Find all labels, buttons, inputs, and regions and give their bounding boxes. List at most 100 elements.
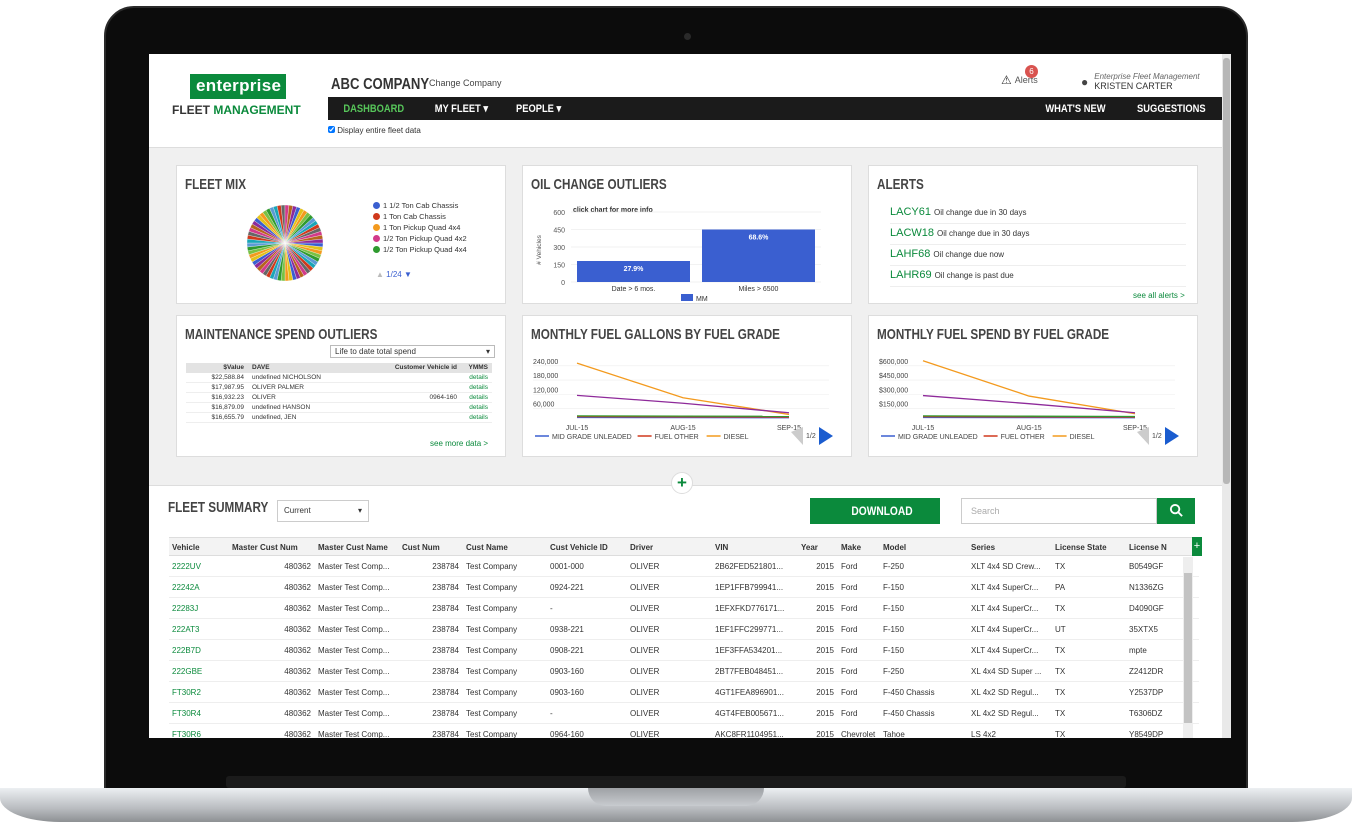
column-header[interactable]: Cust Name xyxy=(463,538,547,555)
page-scroll-thumb[interactable] xyxy=(1223,58,1230,484)
details-link[interactable]: details xyxy=(461,393,492,402)
alert-item[interactable]: LACY61 Oil change due in 30 days xyxy=(890,203,1186,224)
table-cell: TX xyxy=(1055,688,1066,697)
table-row[interactable]: 2222UV 480362 Master Test Comp... 238784 Tes… xyxy=(169,556,1199,577)
alert-item[interactable]: LAHF68 Oil change due now xyxy=(890,245,1186,266)
fuel-gallons-chart[interactable]: 240,000180,000120,00060,000JUL-15 AUG-15 S… xyxy=(529,350,847,456)
column-header[interactable]: Make xyxy=(838,538,880,555)
vehicle-link[interactable]: 2222UV xyxy=(169,556,229,576)
vehicle-link[interactable]: 222B7D xyxy=(169,640,229,660)
alert-vehicle-id[interactable]: LAHF68 xyxy=(890,248,930,260)
column-header[interactable]: Cust Vehicle ID xyxy=(547,538,627,555)
alerts-button[interactable]: ⚠ Alerts 6 xyxy=(1001,65,1038,87)
table-row[interactable]: FT30R6 480362 Master Test Comp... 238784 Tes… xyxy=(169,724,1199,738)
user-menu[interactable]: ● Enterprise Fleet Management KRISTEN CA… xyxy=(1081,72,1200,91)
table-cell: 1EF3FFA534201... xyxy=(715,646,783,655)
column-header: $Value xyxy=(223,364,244,371)
legend-item[interactable]: 1/2 Ton Pickup Quad 4x4 xyxy=(373,244,467,255)
page-scrollbar[interactable] xyxy=(1222,54,1231,738)
column-header[interactable]: License State xyxy=(1052,538,1126,555)
column-header[interactable]: Year xyxy=(798,538,838,555)
details-link[interactable]: details xyxy=(461,373,492,382)
maintenance-select[interactable]: Life to date total spend ▾ xyxy=(330,345,495,358)
down-arrow-icon[interactable]: ▼ xyxy=(404,270,412,279)
vehicle-link[interactable]: 22242A xyxy=(169,577,229,597)
column-header[interactable]: Model xyxy=(880,538,968,555)
display-entire-fleet[interactable]: Display entire fleet data xyxy=(328,126,421,135)
legend-item[interactable]: 1 Ton Pickup Quad 4x4 xyxy=(373,222,467,233)
search-input[interactable]: Search xyxy=(961,498,1157,524)
vehicle-link[interactable]: FT30R6 xyxy=(169,724,229,738)
vehicle-link[interactable]: 22283J xyxy=(169,598,229,618)
vehicle-link[interactable]: FT30R2 xyxy=(169,682,229,702)
column-header[interactable]: Series xyxy=(968,538,1052,555)
nav-whats-new[interactable]: WHAT'S NEW xyxy=(1037,103,1114,115)
alert-vehicle-id[interactable]: LACW18 xyxy=(890,227,934,239)
table-scroll-thumb[interactable] xyxy=(1184,573,1192,723)
see-all-alerts-link[interactable]: see all alerts > xyxy=(1133,291,1185,300)
table-cell: Ford xyxy=(841,583,858,592)
fleet-mix-pie[interactable] xyxy=(245,203,325,283)
y-tick-label: $300,000 xyxy=(879,387,908,394)
enterprise-logo[interactable]: enterprise FLEET MANAGEMENT xyxy=(172,74,312,117)
nav-my-fleet[interactable]: MY FLEET ▾ xyxy=(426,102,496,115)
details-link[interactable]: details xyxy=(461,403,492,412)
alert-text: Oil change due now xyxy=(933,250,1005,259)
add-column-button[interactable]: + xyxy=(1192,537,1202,556)
add-widget-button[interactable]: + xyxy=(671,472,693,494)
table-cell: OLIVER xyxy=(252,394,276,401)
legend-item[interactable]: 1 1/2 Ton Cab Chassis xyxy=(373,200,467,211)
table-row[interactable]: 22283J 480362 Master Test Comp... 238784 Tes… xyxy=(169,598,1199,619)
table-row[interactable]: 222GBE 480362 Master Test Comp... 238784 Tes… xyxy=(169,661,1199,682)
table-cell: Master Test Comp... xyxy=(318,730,390,738)
table-cell: F-150 xyxy=(883,625,904,634)
table-row[interactable]: 222B7D 480362 Master Test Comp... 238784 Tes… xyxy=(169,640,1199,661)
legend-item[interactable]: 1/2 Ton Pickup Quad 4x2 xyxy=(373,233,467,244)
vehicle-link[interactable]: 222AT3 xyxy=(169,619,229,639)
y-tick-label: 150 xyxy=(553,263,565,270)
nav-people[interactable]: PEOPLE ▾ xyxy=(508,102,570,115)
search-button[interactable] xyxy=(1157,498,1195,524)
table-cell: Master Test Comp... xyxy=(318,562,390,571)
legend-item[interactable]: 1 Ton Cab Chassis xyxy=(373,211,467,222)
table-row[interactable]: 22242A 480362 Master Test Comp... 238784 Tes… xyxy=(169,577,1199,598)
details-link[interactable]: details xyxy=(461,383,492,392)
column-header[interactable]: VIN xyxy=(712,538,798,555)
fuel-spend-chart[interactable]: $600,000 $450,000 $300,000 $150,000 JUL-15 AU… xyxy=(875,350,1193,456)
summary-period-select[interactable]: Current ▾ xyxy=(277,500,369,522)
nav-suggestions[interactable]: SUGGESTIONS xyxy=(1129,103,1215,115)
download-button[interactable]: DOWNLOAD ▾ xyxy=(810,498,940,531)
oil-change-chart[interactable]: click chart for more info 600 450 300 150 0 # … xyxy=(531,200,831,302)
table-row[interactable]: FT30R4 480362 Master Test Comp... 238784 Tes… xyxy=(169,703,1199,724)
logo-sub-green: MANAGEMENT xyxy=(213,103,301,117)
vehicle-link[interactable]: FT30R4 xyxy=(169,703,229,723)
change-company-link[interactable]: Change Company xyxy=(429,78,502,88)
column-header[interactable]: Vehicle xyxy=(169,538,229,555)
table-row[interactable]: FT30R2 480362 Master Test Comp... 238784 Tes… xyxy=(169,682,1199,703)
table-cell: TX xyxy=(1055,730,1066,738)
vehicle-link[interactable]: 222GBE xyxy=(169,661,229,681)
column-header[interactable]: License N xyxy=(1126,538,1180,555)
table-cell: Ford xyxy=(841,709,858,718)
column-header[interactable]: Master Cust Num xyxy=(229,538,315,555)
alert-vehicle-id[interactable]: LACY61 xyxy=(890,206,931,218)
display-entire-checkbox[interactable] xyxy=(328,126,335,133)
table-row[interactable]: 222AT3 480362 Master Test Comp... 238784 Tes… xyxy=(169,619,1199,640)
table-row: $16,655.79 undefined, JEN details xyxy=(186,413,492,423)
details-link[interactable]: details xyxy=(461,413,492,422)
column-header[interactable]: Driver xyxy=(627,538,712,555)
alert-vehicle-id[interactable]: LAHR69 xyxy=(890,269,932,281)
column-header[interactable]: Cust Num xyxy=(399,538,463,555)
table-cell: 2015 xyxy=(816,730,834,738)
alert-item[interactable]: LACW18 Oil change due in 30 days xyxy=(890,224,1186,245)
table-cell: Master Test Comp... xyxy=(318,709,390,718)
table-cell: 480362 xyxy=(284,730,311,738)
alert-item[interactable]: LAHR69 Oil change is past due xyxy=(890,266,1186,287)
table-cell: 238784 xyxy=(432,583,459,592)
up-arrow-icon[interactable]: ▲ xyxy=(376,270,384,279)
table-scrollbar[interactable] xyxy=(1183,557,1193,738)
see-more-data-link[interactable]: see more data > xyxy=(430,439,488,448)
table-cell: TX xyxy=(1055,709,1066,718)
column-header[interactable]: Master Cust Name xyxy=(315,538,399,555)
nav-dashboard[interactable]: DASHBOARD xyxy=(335,103,413,115)
